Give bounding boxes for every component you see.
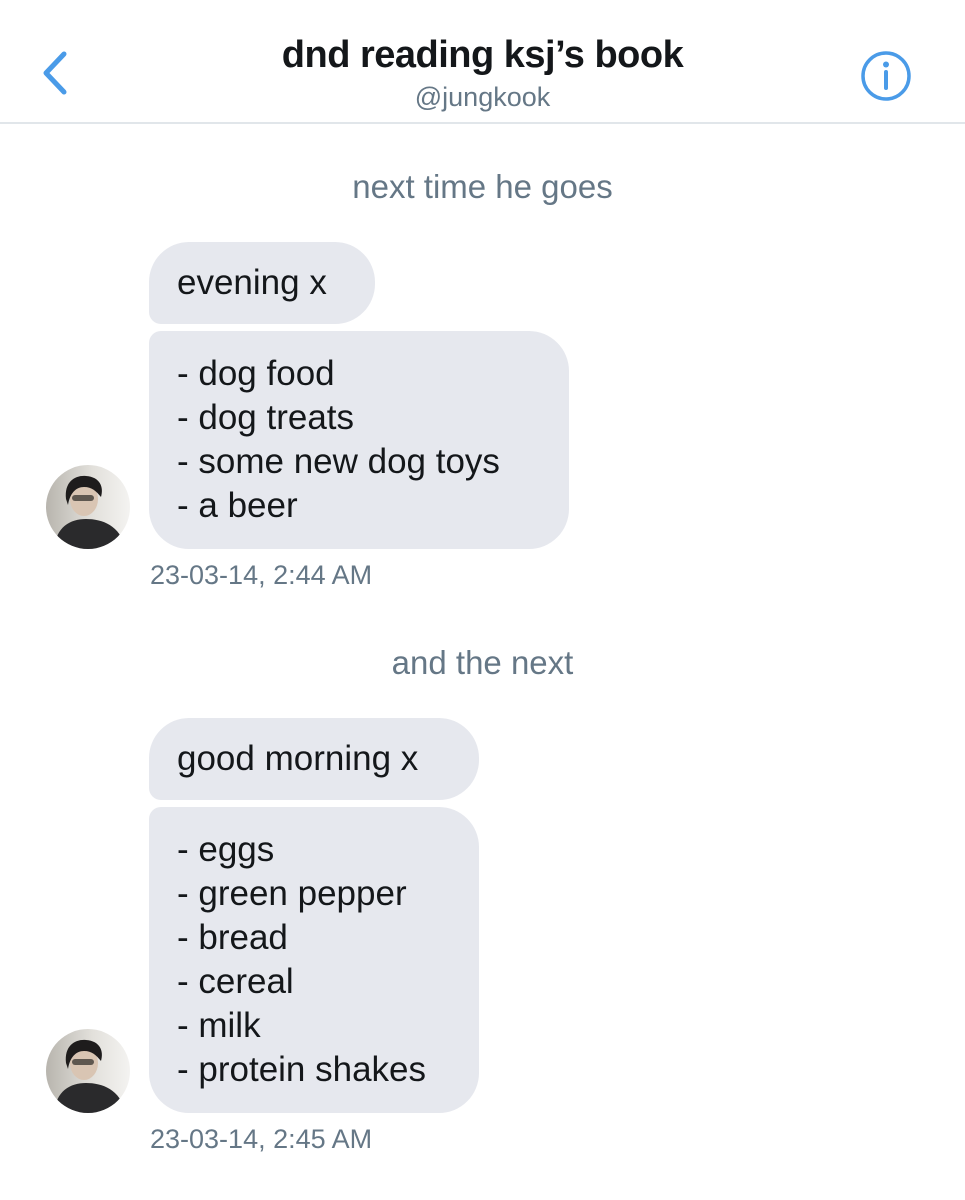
list-item: - milk	[177, 1006, 261, 1045]
info-circle-icon	[861, 51, 911, 101]
message-bubble[interactable]: - eggs - green pepper - bread - cereal -…	[149, 807, 479, 1113]
sender-note: and the next	[391, 644, 574, 681]
message-bubble[interactable]: - dog food - dog treats - some new dog t…	[149, 331, 569, 549]
avatar-image	[46, 465, 130, 549]
conversation-header: dnd reading ksj’s book @jungkook	[0, 0, 965, 124]
avatar[interactable]	[46, 1029, 130, 1113]
list-item: - some new dog toys	[177, 442, 500, 481]
message-bubble[interactable]: good morning x	[149, 718, 479, 800]
info-button[interactable]	[858, 48, 914, 104]
message-timestamp: 23-03-14, 2:44 AM	[150, 560, 373, 590]
list-item: - dog food	[177, 354, 335, 393]
list-item: - green pepper	[177, 874, 407, 913]
avatar-image	[46, 1029, 130, 1113]
message-text: good morning x	[177, 739, 419, 778]
conversation-title: dnd reading ksj’s book	[281, 34, 684, 76]
conversation-handle: @jungkook	[414, 82, 551, 112]
sender-note: next time he goes	[352, 168, 613, 205]
list-item: - bread	[177, 918, 288, 957]
list-item: - dog treats	[177, 398, 355, 437]
message-text: evening x	[177, 263, 327, 302]
list-item: - protein shakes	[177, 1050, 427, 1089]
avatar[interactable]	[46, 465, 130, 549]
message-timestamp: 23-03-14, 2:45 AM	[150, 1124, 373, 1154]
message-bubble[interactable]: evening x	[149, 242, 375, 324]
list-item: - eggs	[177, 830, 275, 869]
list-item: - a beer	[177, 486, 298, 525]
list-item: - cereal	[177, 962, 294, 1001]
